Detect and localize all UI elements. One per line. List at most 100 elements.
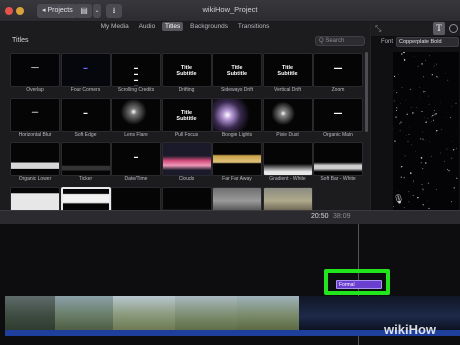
microphone-icon[interactable]: 🎙︎ xyxy=(393,194,404,205)
star-dot xyxy=(451,157,453,159)
star-dot xyxy=(400,103,401,105)
star-dot xyxy=(421,184,423,185)
search-input[interactable]: Q Search xyxy=(315,36,365,46)
title-thumbnail xyxy=(212,97,262,132)
title-thumbnail xyxy=(212,142,262,176)
star-dot xyxy=(439,152,441,154)
title-thumbnail-text: ▬ xyxy=(134,154,138,159)
star-dot xyxy=(425,140,426,141)
star-dot xyxy=(410,172,412,174)
title-thumbnail: ▬ ▬ ▬ ▬ xyxy=(111,53,161,87)
star-dot xyxy=(395,107,397,109)
star-dot xyxy=(408,201,410,203)
star-dot xyxy=(412,112,414,114)
star-dot xyxy=(423,76,424,78)
star-dot xyxy=(413,180,415,182)
star-dot xyxy=(396,92,398,94)
title-tile-label: Organic Main xyxy=(323,131,353,138)
star-dot xyxy=(422,168,424,170)
star-dot xyxy=(401,53,403,55)
star-dot xyxy=(417,65,419,67)
star-dot xyxy=(398,74,399,75)
title-thumbnail-text: ▬▬ xyxy=(334,65,342,70)
browser-tabs: My Media Audio Titles Backgrounds Transi… xyxy=(0,22,370,34)
title-thumbnail xyxy=(262,97,313,132)
tab-transitions[interactable]: Transitions xyxy=(235,22,273,31)
video-clip-thumbnail xyxy=(113,296,175,330)
star-dot xyxy=(428,103,430,105)
crop-icon[interactable]: ⤡ xyxy=(375,24,381,34)
star-dot xyxy=(400,176,403,179)
title-thumbnail-text: Title Subtitle xyxy=(226,65,248,77)
font-select[interactable]: Copperplate Bold xyxy=(396,37,459,47)
star-dot xyxy=(401,86,403,88)
title-thumbnail: Title Subtitle xyxy=(161,97,212,132)
star-dot xyxy=(415,107,417,108)
viewer-toolbar: ⤡ T xyxy=(371,22,460,36)
star-dot xyxy=(427,118,429,119)
starfield-preview-image xyxy=(393,52,458,210)
star-dot xyxy=(433,119,435,121)
tab-backgrounds[interactable]: Backgrounds xyxy=(187,22,231,31)
title-thumbnail-text: ▬ xyxy=(83,109,88,115)
star-dot xyxy=(393,75,396,78)
video-preview xyxy=(393,52,459,210)
title-thumbnail: ▬▬ xyxy=(313,97,363,132)
star-dot xyxy=(403,57,405,59)
star-dot xyxy=(421,111,423,113)
star-dot xyxy=(434,113,436,116)
title-clip[interactable]: Formal xyxy=(336,280,382,289)
star-dot xyxy=(412,194,414,196)
star-dot xyxy=(427,182,430,185)
title-text-icon[interactable]: T xyxy=(433,22,445,35)
star-dot xyxy=(423,91,425,93)
star-dot xyxy=(393,90,395,92)
tab-my-media[interactable]: My Media xyxy=(98,22,132,31)
star-dot xyxy=(419,86,421,88)
star-dot xyxy=(400,121,402,123)
star-dot xyxy=(397,190,399,192)
star-dot xyxy=(401,165,403,167)
font-label: Font xyxy=(381,39,394,45)
title-thumbnail xyxy=(60,142,111,176)
color-balance-icon[interactable] xyxy=(449,24,458,33)
star-dot xyxy=(445,116,447,118)
star-dot xyxy=(409,126,410,128)
star-dot xyxy=(394,140,396,142)
star-dot xyxy=(408,133,410,136)
star-dot xyxy=(431,155,433,157)
star-dot xyxy=(444,73,446,74)
tab-audio[interactable]: Audio xyxy=(136,22,159,31)
star-dot xyxy=(395,116,397,118)
star-dot xyxy=(449,116,451,118)
video-clip-thumbnail xyxy=(175,296,237,330)
star-dot xyxy=(425,59,426,61)
star-dot xyxy=(431,116,433,118)
star-dot xyxy=(410,107,412,109)
star-dot xyxy=(393,100,395,102)
title-thumbnail: Title Subtitle xyxy=(161,53,212,87)
star-dot xyxy=(451,141,453,143)
star-dot xyxy=(431,74,433,76)
title-thumbnail: ▬ xyxy=(111,142,161,176)
star-dot xyxy=(422,131,423,133)
star-dot xyxy=(403,177,405,179)
title-thumbnail-text: Title Subtitle xyxy=(277,65,298,77)
star-dot xyxy=(425,121,427,123)
star-dot xyxy=(409,88,412,91)
star-dot xyxy=(407,140,409,142)
star-dot xyxy=(424,91,426,93)
star-dot xyxy=(444,161,445,162)
star-dot xyxy=(435,63,437,65)
title-tile-label: Zoom xyxy=(331,87,345,93)
star-dot xyxy=(435,130,438,132)
title-thumbnail-text: ▬▬ xyxy=(334,109,342,115)
star-dot xyxy=(408,191,410,193)
star-dot xyxy=(403,52,405,54)
star-dot xyxy=(421,63,423,65)
tab-titles[interactable]: Titles xyxy=(162,22,184,31)
wikihow-watermark: wikiHow xyxy=(384,322,437,337)
timeline-header: 20:50 38:09 xyxy=(0,210,460,224)
star-dot xyxy=(451,201,452,203)
star-dot xyxy=(427,200,429,202)
